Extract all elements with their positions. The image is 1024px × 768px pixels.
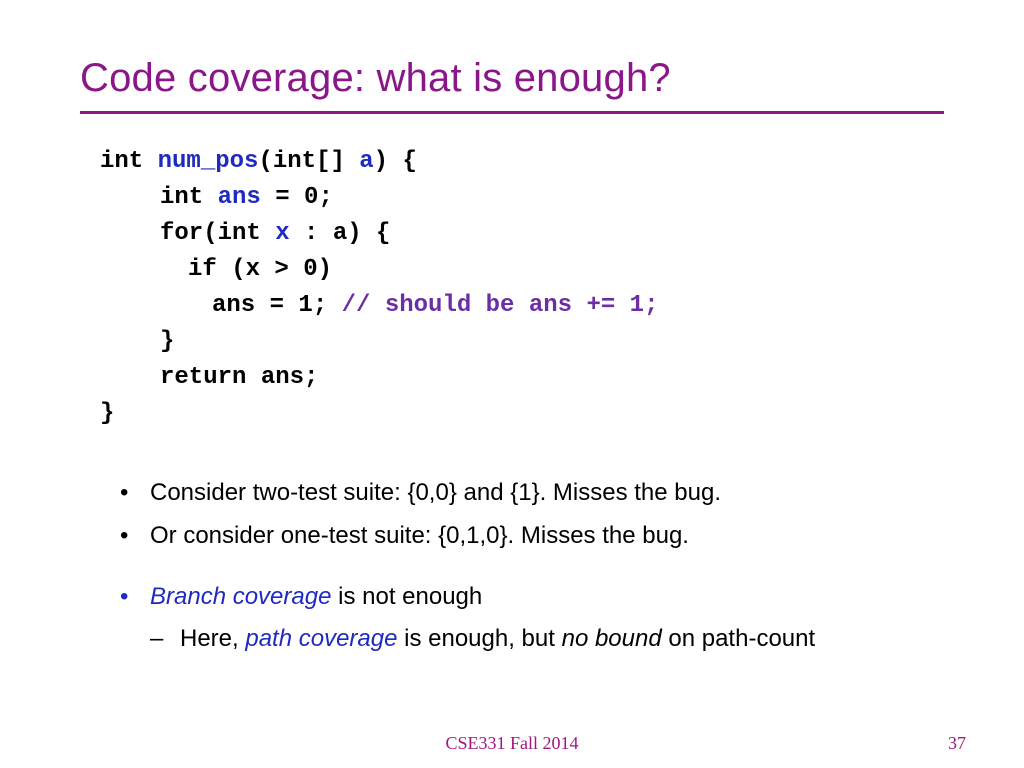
code-comment: // should be ans += 1;	[342, 292, 659, 319]
code-line-4: if (x > 0)	[100, 252, 944, 288]
code-func-name: num_pos	[158, 148, 259, 175]
term-path-coverage: path coverage	[245, 625, 397, 652]
page-number: 37	[948, 733, 966, 754]
code-line-7: return ans;	[100, 360, 944, 396]
code-line-2: int ans = 0;	[100, 180, 944, 216]
bullet-3: Branch coverage is not enough Here, path…	[120, 578, 944, 656]
code-param: a	[359, 148, 373, 175]
code-line-3: for(int x : a) {	[100, 216, 944, 252]
bullet-2: Or consider one-test suite: {0,1,0}. Mis…	[120, 517, 944, 554]
code-text: int	[100, 148, 158, 175]
footer-text: CSE331 Fall 2014	[0, 733, 1024, 754]
code-line-1: int num_pos(int[] a) {	[100, 144, 944, 180]
bullet-text: Here,	[180, 625, 245, 652]
bullet-text: is not enough	[331, 583, 482, 610]
term-branch-coverage: Branch coverage	[150, 583, 331, 610]
bullet-3-sub: Here, path coverage is enough, but no bo…	[150, 620, 944, 657]
code-line-6: }	[100, 324, 944, 360]
bullet-list: Consider two-test suite: {0,0} and {1}. …	[120, 474, 944, 657]
title-rule	[80, 111, 944, 114]
code-line-5: ans = 1; // should be ans += 1;	[100, 288, 944, 324]
term-no-bound: no bound	[562, 625, 662, 652]
code-text: : a) {	[290, 220, 391, 247]
code-text: = 0;	[261, 184, 333, 211]
code-block: int num_pos(int[] a) { int ans = 0; for(…	[100, 144, 944, 432]
code-var: x	[275, 220, 289, 247]
code-text: ) {	[374, 148, 417, 175]
bullet-text: on path-count	[662, 625, 815, 652]
code-line-8: }	[100, 396, 944, 432]
code-text: (int[]	[258, 148, 359, 175]
code-var: ans	[218, 184, 261, 211]
bullet-1: Consider two-test suite: {0,0} and {1}. …	[120, 474, 944, 511]
slide-title: Code coverage: what is enough?	[80, 56, 944, 101]
code-text: ans = 1;	[212, 292, 342, 319]
code-text: for(int	[160, 220, 275, 247]
code-text: int	[160, 184, 218, 211]
bullet-text: is enough, but	[397, 625, 561, 652]
